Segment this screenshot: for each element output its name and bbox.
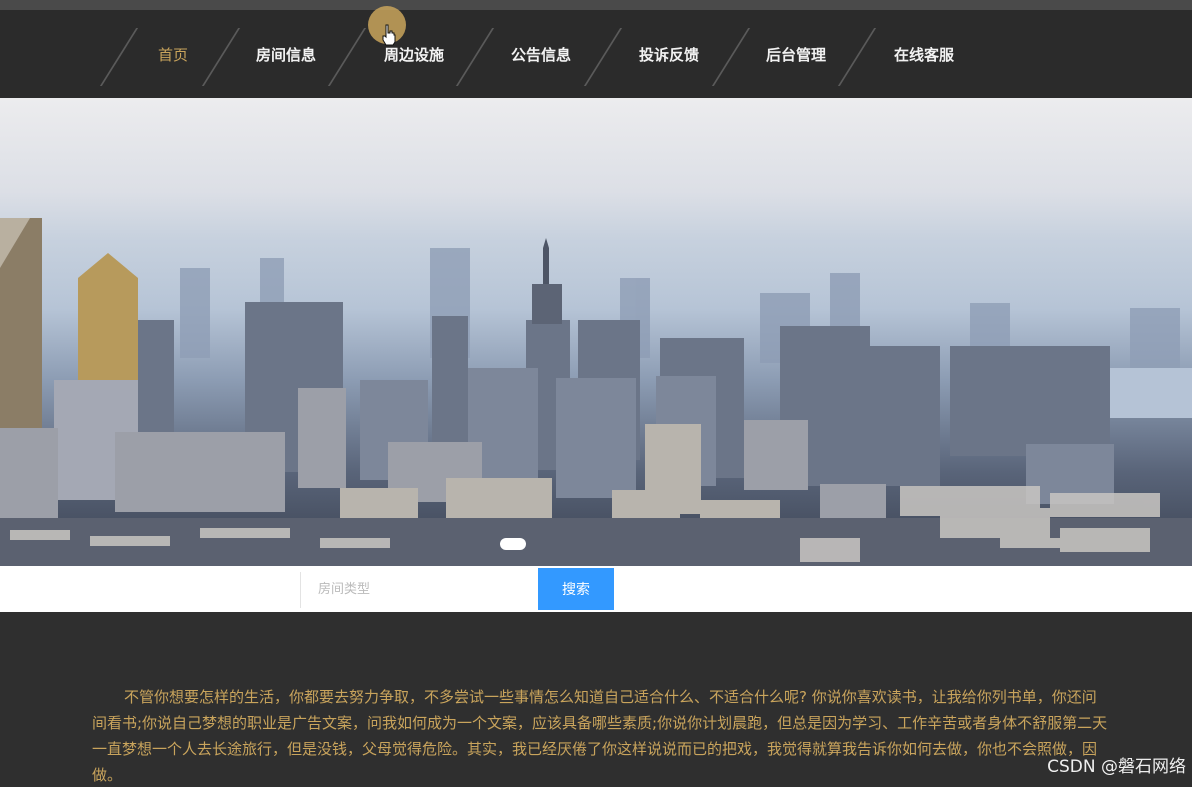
nav-item-customer-service[interactable]: 在线客服 (894, 44, 954, 65)
nav-separator (455, 28, 495, 86)
nav-item-facilities[interactable]: 周边设施 (384, 44, 444, 65)
room-type-search-input[interactable] (308, 570, 534, 608)
top-strip (0, 0, 1192, 10)
carousel-indicator[interactable] (500, 538, 526, 550)
paragraph-line: 一直梦想一个人去长途旅行，但是没钱，父母觉得危险。其实，我已经厌倦了你这样说说而… (92, 740, 1098, 758)
nav-item-admin[interactable]: 后台管理 (766, 44, 826, 65)
csdn-watermark: CSDN @磐石网络 (1047, 757, 1186, 777)
nav-separator (711, 28, 751, 86)
nav-item-complaints[interactable]: 投诉反馈 (639, 44, 699, 65)
city-skyline-banner (0, 98, 1192, 566)
paragraph-line: 做。 (92, 766, 123, 784)
hand-cursor-icon (382, 24, 396, 46)
content-section: 不管你想要怎样的生活，你都要去努力争取，不多尝试一些事情怎么知道自己适合什么、不… (0, 612, 1192, 787)
paragraph-line: 间看书;你说自己梦想的职业是广告文案，问我如何成为一个文案，应该具备哪些素质;你… (92, 714, 1108, 732)
nav-separator (201, 28, 241, 86)
nav-separator (837, 28, 877, 86)
nav-separator (327, 28, 367, 86)
main-navigation: 首页 房间信息 周边设施 公告信息 投诉反馈 后台管理 在线客服 (0, 10, 1192, 98)
nav-separator (583, 28, 623, 86)
nav-item-home[interactable]: 首页 (158, 44, 188, 65)
search-button[interactable]: 搜索 (538, 568, 614, 610)
nav-item-announcements[interactable]: 公告信息 (511, 44, 571, 65)
intro-paragraph: 不管你想要怎样的生活，你都要去努力争取，不多尝试一些事情怎么知道自己适合什么、不… (92, 684, 1192, 787)
nav-item-room-info[interactable]: 房间信息 (256, 44, 316, 65)
paragraph-line: 不管你想要怎样的生活，你都要去努力争取，不多尝试一些事情怎么知道自己适合什么、不… (124, 688, 1097, 706)
search-divider (300, 572, 301, 608)
skyline-illustration (0, 218, 1192, 566)
nav-separator (99, 28, 139, 86)
